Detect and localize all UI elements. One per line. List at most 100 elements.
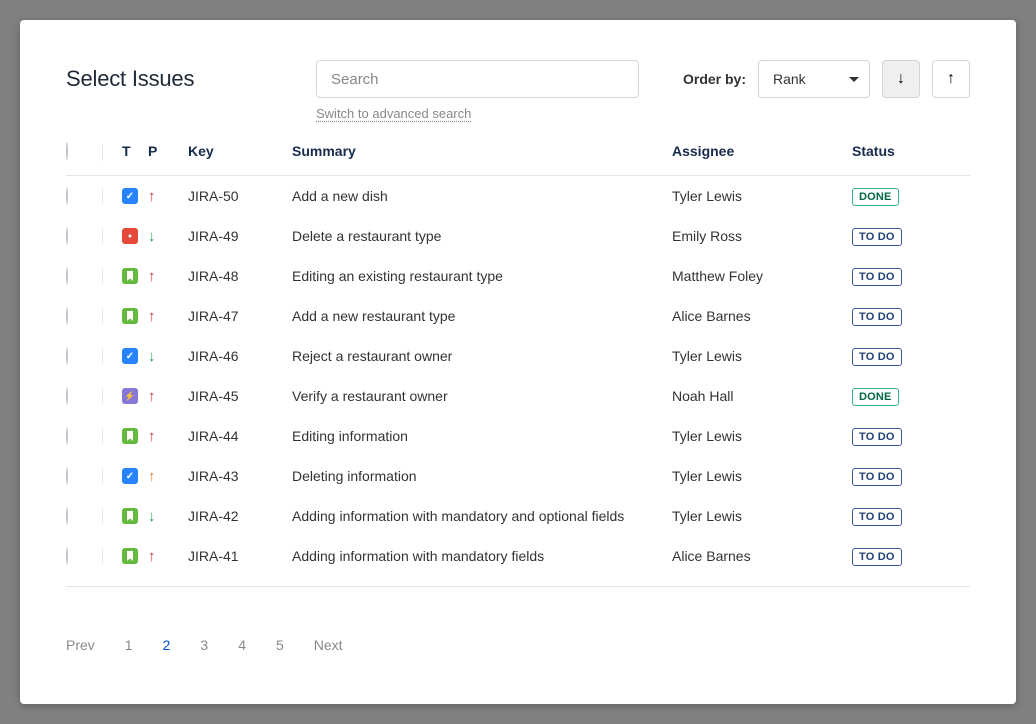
- pagination-page-2[interactable]: 2: [163, 637, 171, 653]
- issues-table: T P Key Summary Assignee Status ↑ JIRA-50…: [66, 143, 970, 587]
- priority-high-icon: ↑: [148, 268, 156, 285]
- status-badge: TO DO: [852, 348, 902, 366]
- order-by-select[interactable]: Rank: [758, 60, 870, 98]
- issue-summary: Add a new restaurant type: [292, 308, 672, 324]
- issue-summary: Adding information with mandatory and op…: [292, 508, 672, 524]
- row-radio[interactable]: [66, 547, 68, 565]
- priority-high-icon: ↑: [148, 188, 156, 205]
- row-radio[interactable]: [66, 507, 68, 525]
- col-key: Key: [188, 143, 292, 159]
- issue-summary: Delete a restaurant type: [292, 228, 672, 244]
- issue-type-task-icon: [122, 348, 138, 364]
- issue-key: JIRA-45: [188, 388, 292, 404]
- issue-type-story-icon: [122, 268, 138, 284]
- row-radio[interactable]: [66, 227, 68, 245]
- priority-low-icon: ↓: [148, 348, 156, 365]
- table-row[interactable]: ↑ JIRA-48Editing an existing restaurant t…: [66, 256, 970, 296]
- issue-type-task-icon: [122, 188, 138, 204]
- issue-key: JIRA-48: [188, 268, 292, 284]
- issue-assignee: Tyler Lewis: [672, 188, 852, 204]
- pagination-page-4[interactable]: 4: [238, 637, 246, 653]
- issue-type-task-icon: [122, 468, 138, 484]
- issue-summary: Adding information with mandatory fields: [292, 548, 672, 564]
- row-radio[interactable]: [66, 427, 68, 445]
- table-header: T P Key Summary Assignee Status: [66, 143, 970, 176]
- arrow-up-icon: ↑: [947, 70, 955, 88]
- pagination: Prev 1 2 3 4 5 Next: [66, 637, 970, 653]
- select-issues-panel: Select Issues Switch to advanced search …: [20, 20, 1016, 704]
- issue-assignee: Alice Barnes: [672, 548, 852, 564]
- status-badge: TO DO: [852, 268, 902, 286]
- priority-high-icon: ↑: [148, 428, 156, 445]
- status-badge: TO DO: [852, 508, 902, 526]
- status-badge: TO DO: [852, 548, 902, 566]
- issue-summary: Editing an existing restaurant type: [292, 268, 672, 284]
- col-type: T: [108, 143, 148, 159]
- issue-assignee: Matthew Foley: [672, 268, 852, 284]
- row-radio[interactable]: [66, 187, 68, 205]
- table-row[interactable]: ↓JIRA-49Delete a restaurant typeEmily Ro…: [66, 216, 970, 256]
- issue-key: JIRA-44: [188, 428, 292, 444]
- issue-assignee: Tyler Lewis: [672, 428, 852, 444]
- issue-key: JIRA-46: [188, 348, 292, 364]
- row-radio[interactable]: [66, 347, 68, 365]
- arrow-down-icon: ↓: [897, 70, 905, 88]
- row-radio[interactable]: [66, 467, 68, 485]
- pagination-page-3[interactable]: 3: [200, 637, 208, 653]
- table-row[interactable]: ↓JIRA-46Reject a restaurant ownerTyler L…: [66, 336, 970, 376]
- issue-type-bug-icon: [122, 228, 138, 244]
- issue-key: JIRA-50: [188, 188, 292, 204]
- issue-assignee: Tyler Lewis: [672, 508, 852, 524]
- issue-type-story-icon: [122, 428, 138, 444]
- row-radio[interactable]: [66, 267, 68, 285]
- table-row[interactable]: ↑ JIRA-44Editing informationTyler LewisTO…: [66, 416, 970, 456]
- status-badge: TO DO: [852, 428, 902, 446]
- pagination-page-1[interactable]: 1: [125, 637, 133, 653]
- issue-assignee: Tyler Lewis: [672, 468, 852, 484]
- status-badge: TO DO: [852, 468, 902, 486]
- priority-high-icon: ↑: [148, 308, 156, 325]
- row-radio[interactable]: [66, 387, 68, 405]
- issue-assignee: Emily Ross: [672, 228, 852, 244]
- table-row[interactable]: ↑ JIRA-41Adding information with mandator…: [66, 536, 970, 576]
- issue-key: JIRA-42: [188, 508, 292, 524]
- table-row[interactable]: ↑ JIRA-47Add a new restaurant typeAlice B…: [66, 296, 970, 336]
- priority-low-icon: ↓: [148, 508, 156, 525]
- order-by-value: Rank: [773, 71, 806, 87]
- pagination-next[interactable]: Next: [314, 637, 343, 653]
- issue-type-story-icon: [122, 508, 138, 524]
- table-row[interactable]: ↑ JIRA-43Deleting informationTyler LewisT…: [66, 456, 970, 496]
- pagination-prev[interactable]: Prev: [66, 637, 95, 653]
- chevron-down-icon: [849, 77, 859, 82]
- col-status: Status: [852, 143, 956, 159]
- order-by-group: Order by: Rank ↓ ↑: [683, 60, 970, 98]
- priority-high-icon: ↑: [148, 388, 156, 405]
- order-by-label: Order by:: [683, 71, 746, 87]
- priority-high-icon: ↑: [148, 548, 156, 565]
- table-row[interactable]: ↑JIRA-45Verify a restaurant ownerNoah Ha…: [66, 376, 970, 416]
- col-priority: P: [148, 143, 188, 159]
- issue-summary: Deleting information: [292, 468, 672, 484]
- table-row[interactable]: ↑JIRA-50Add a new dishTyler LewisDONE: [66, 176, 970, 216]
- issue-assignee: Noah Hall: [672, 388, 852, 404]
- issue-summary: Reject a restaurant owner: [292, 348, 672, 364]
- table-row[interactable]: ↓ JIRA-42Adding information with mandator…: [66, 496, 970, 536]
- issue-type-story-icon: [122, 548, 138, 564]
- sort-desc-button[interactable]: ↓: [882, 60, 920, 98]
- select-all-radio[interactable]: [66, 142, 68, 160]
- issue-type-story-icon: [122, 308, 138, 324]
- sort-asc-button[interactable]: ↑: [932, 60, 970, 98]
- search-input[interactable]: [316, 60, 639, 98]
- issue-summary: Add a new dish: [292, 188, 672, 204]
- issue-key: JIRA-43: [188, 468, 292, 484]
- row-radio[interactable]: [66, 307, 68, 325]
- issue-assignee: Alice Barnes: [672, 308, 852, 324]
- issue-key: JIRA-49: [188, 228, 292, 244]
- issue-summary: Editing information: [292, 428, 672, 444]
- issue-key: JIRA-41: [188, 548, 292, 564]
- advanced-search-link[interactable]: Switch to advanced search: [316, 106, 471, 121]
- priority-med-icon: ↑: [148, 468, 156, 485]
- table-body: ↑JIRA-50Add a new dishTyler LewisDONE↓JI…: [66, 176, 970, 576]
- pagination-page-5[interactable]: 5: [276, 637, 284, 653]
- issue-key: JIRA-47: [188, 308, 292, 324]
